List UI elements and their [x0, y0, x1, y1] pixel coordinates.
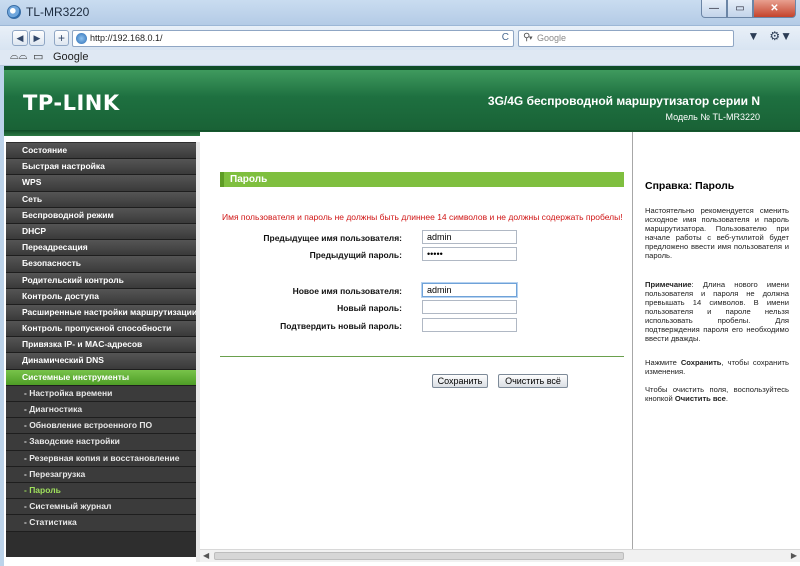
help-note-text: : Длина нового имени пользователя и паро…: [645, 280, 789, 343]
sidebar-item-10[interactable]: Расширенные настройки маршрутизации: [6, 304, 197, 322]
sidebar-item-4[interactable]: Беспроводной режим: [6, 207, 196, 224]
help-clear-text-c: .: [725, 394, 728, 403]
sidebar-item-7[interactable]: Безопасность: [6, 256, 196, 273]
chevron-down-icon: ▾: [529, 35, 533, 42]
window-controls: — ▭ ✕: [701, 0, 796, 18]
address-bar[interactable]: http://192.168.0.1/ C: [72, 30, 514, 47]
save-button[interactable]: Сохранить: [432, 374, 488, 388]
help-paragraph-note: Примечание: Длина нового имени пользоват…: [645, 280, 789, 343]
sidebar-item-19[interactable]: - Резервная копия и восстановление: [6, 450, 196, 467]
new-username-field[interactable]: admin: [422, 283, 517, 297]
search-box[interactable]: ⚲ ▾ Google: [518, 30, 734, 47]
sidebar-item-15[interactable]: - Настройка времени: [6, 385, 196, 402]
new-username-label: Новое имя пользователя:: [292, 286, 402, 296]
sidebar-item-17[interactable]: - Обновление встроенного ПО: [6, 418, 196, 435]
sidebar-item-2[interactable]: WPS: [6, 175, 196, 192]
confirm-password-field[interactable]: [422, 318, 517, 332]
product-title: 3G/4G беспроводной маршрутизатор серии N: [487, 94, 760, 108]
sidebar-item-14[interactable]: Системные инструменты: [6, 369, 196, 386]
confirm-password-label: Подтвердить новый пароль:: [280, 321, 402, 331]
glasses-icon[interactable]: ⌓⌓: [10, 50, 27, 63]
section-title: Пароль: [220, 172, 624, 187]
browser-navbar: ◀ ▶ + http://192.168.0.1/ C ⚲ ▾ Google ▼…: [0, 26, 800, 50]
sidebar-item-1[interactable]: Быстрая настройка: [6, 159, 196, 176]
old-username-label: Предыдущее имя пользователя:: [263, 233, 402, 243]
sidebar-item-23[interactable]: - Статистика: [6, 515, 196, 532]
help-clear-bold: Очистить все: [674, 394, 726, 403]
sidebar-item-13[interactable]: Динамический DNS: [6, 353, 196, 370]
page-header: TP-LINK 3G/4G беспроводной маршрутизатор…: [4, 66, 800, 130]
forward-button[interactable]: ▶: [29, 30, 45, 46]
search-input[interactable]: Google: [537, 33, 566, 43]
old-password-label: Предыдущий пароль:: [309, 250, 402, 260]
password-form-panel: Пароль Имя пользователя и пароль не долж…: [200, 132, 632, 552]
globe-icon: [76, 33, 87, 44]
minimize-button[interactable]: —: [701, 0, 727, 18]
book-icon[interactable]: ▭: [33, 50, 43, 63]
scrollbar-thumb[interactable]: [214, 552, 624, 560]
warning-text: Имя пользователя и пароль не должны быть…: [222, 212, 623, 222]
sidebar-item-21[interactable]: - Пароль: [6, 482, 196, 500]
sidebar-item-5[interactable]: DHCP: [6, 223, 196, 241]
sidebar-item-20[interactable]: - Перезагрузка: [6, 466, 196, 483]
tp-link-logo: TP-LINK: [23, 91, 120, 115]
new-tab-button[interactable]: +: [54, 30, 69, 46]
browser-logo-icon: [7, 5, 21, 19]
sidebar-item-18[interactable]: - Заводские настройки: [6, 434, 196, 451]
form-divider: [220, 356, 624, 357]
back-button[interactable]: ◀: [12, 30, 28, 46]
window-title: TL-MR3220: [26, 5, 90, 19]
help-paragraph-intro: Настоятельно рекомендуется сменить исход…: [645, 206, 789, 260]
browser-tools: ▼ ⚙▼: [747, 29, 792, 43]
address-url[interactable]: http://192.168.0.1/: [90, 33, 163, 43]
help-save-bold: Сохранить: [680, 358, 722, 367]
sidebar-item-11[interactable]: Контроль пропускной способности: [6, 321, 196, 338]
old-password-field[interactable]: •••••: [422, 247, 517, 261]
help-panel: Справка: Пароль Настоятельно рекомендует…: [632, 132, 800, 557]
help-note-label: Примечание: [645, 280, 692, 289]
old-username-field[interactable]: admin: [422, 230, 517, 244]
help-paragraph-save: Нажмите Сохранить, чтобы сохранить измен…: [645, 358, 789, 376]
router-page: TP-LINK 3G/4G беспроводной маршрутизатор…: [4, 66, 800, 566]
maximize-button[interactable]: ▭: [727, 0, 753, 18]
reload-button[interactable]: C: [502, 32, 509, 43]
clear-all-button[interactable]: Очистить всё: [498, 374, 568, 388]
sidebar-item-0[interactable]: Состояние: [6, 143, 196, 160]
bookmark-google[interactable]: Google: [53, 51, 88, 63]
sidebar-menu: Состояние Быстрая настройка WPS Сеть Беспров…: [6, 142, 197, 557]
page-menu-button[interactable]: ▼: [747, 29, 759, 43]
scroll-right-icon[interactable]: ▶: [791, 551, 797, 560]
sidebar-item-16[interactable]: - Диагностика: [6, 402, 196, 419]
help-title: Справка: Пароль: [645, 180, 735, 192]
close-button[interactable]: ✕: [753, 0, 796, 18]
new-password-label: Новый пароль:: [337, 303, 402, 313]
help-paragraph-clear: Чтобы очистить поля, воспользуйтесь кноп…: [645, 385, 789, 403]
bookmarks-bar: ⌓⌓ ▭ Google: [0, 50, 800, 66]
help-save-text-a: Нажмите: [645, 358, 681, 367]
sidebar-item-22[interactable]: - Системный журнал: [6, 499, 196, 516]
sidebar-item-6[interactable]: Переадресация: [6, 240, 196, 257]
window-titlebar: TL-MR3220 — ▭ ✕: [0, 0, 800, 26]
sidebar-item-3[interactable]: Сеть: [6, 191, 196, 208]
model-number: Модель № TL-MR3220: [665, 112, 760, 122]
scroll-left-icon[interactable]: ◀: [203, 551, 209, 560]
tools-menu-button[interactable]: ⚙▼: [769, 29, 792, 43]
new-password-field[interactable]: [422, 300, 517, 314]
sidebar-item-8[interactable]: Родительский контроль: [6, 272, 196, 289]
sidebar-item-12[interactable]: Привязка IP- и MAC-адресов: [6, 337, 196, 354]
horizontal-scrollbar[interactable]: ◀ ▶: [200, 549, 800, 562]
sidebar-item-9[interactable]: Контроль доступа: [6, 288, 196, 305]
